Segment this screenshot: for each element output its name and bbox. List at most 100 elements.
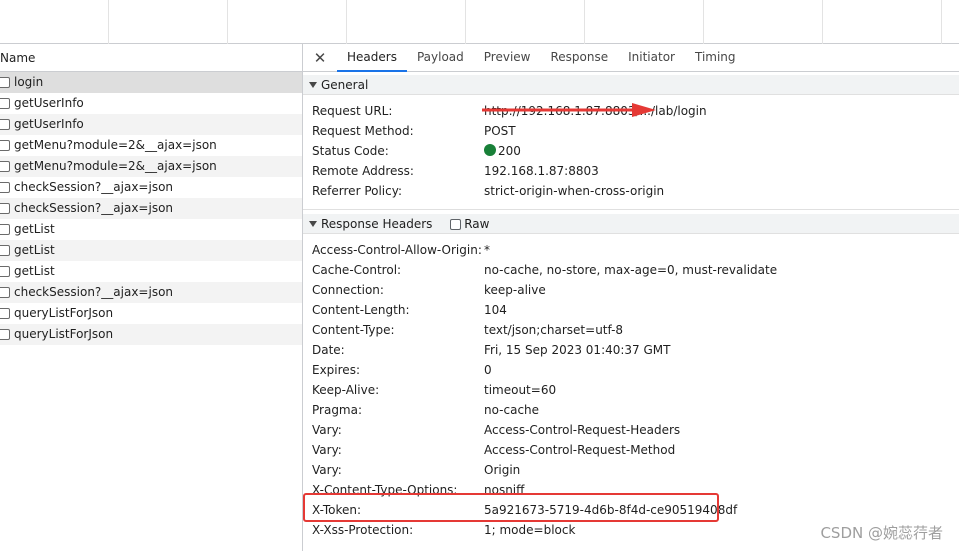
request-row[interactable]: queryListForJson (0, 303, 302, 324)
tab-timing[interactable]: Timing (685, 44, 746, 71)
tab-initiator[interactable]: Initiator (618, 44, 685, 71)
header-value: * (484, 243, 490, 257)
timeline-gridline (584, 0, 585, 44)
referrer-policy-row: Referrer Policy: strict-origin-when-cros… (303, 181, 959, 201)
timeline-gridline (822, 0, 823, 44)
close-icon[interactable]: ✕ (303, 44, 337, 72)
request-type-icon (0, 329, 10, 340)
header-value: Access-Control-Request-Headers (484, 423, 681, 437)
token-highlight-box (303, 493, 719, 522)
timeline-gridline (465, 0, 466, 44)
response-header-row: Content-Length: 104 (303, 300, 959, 320)
request-row[interactable]: getUserInfo (0, 93, 302, 114)
response-header-row: Cache-Control: no-cache, no-store, max-ag… (303, 260, 959, 280)
header-key: Expires: (312, 363, 360, 377)
request-type-icon (0, 245, 10, 256)
request-row[interactable]: checkSession?__ajax=json (0, 198, 302, 219)
request-type-icon (0, 182, 10, 193)
request-name: getList (14, 264, 55, 278)
header-key: Cache-Control: (312, 263, 402, 277)
collapse-triangle-icon (309, 82, 317, 88)
tab-response[interactable]: Response (540, 44, 618, 71)
status-code-value: 200 (498, 144, 521, 158)
request-name: getUserInfo (14, 96, 84, 110)
request-name: getMenu?module=2&__ajax=json (14, 138, 217, 152)
request-name: getUserInfo (14, 117, 84, 131)
request-row[interactable]: queryListForJson (0, 324, 302, 345)
request-name: getList (14, 243, 55, 257)
response-header-row: Vary: Access-Control-Request-Headers (303, 420, 959, 440)
header-value: timeout=60 (484, 383, 557, 397)
request-type-icon (0, 266, 10, 277)
header-value: text/json;charset=utf-8 (484, 323, 624, 337)
request-type-icon (0, 203, 10, 214)
raw-label: Raw (464, 217, 490, 231)
request-row[interactable]: getMenu?module=2&__ajax=json (0, 156, 302, 177)
timeline-gridline (941, 0, 942, 44)
header-key: Keep-Alive: (312, 383, 380, 397)
header-key: Access-Control-Allow-Origin: (312, 243, 482, 257)
header-value: Origin (484, 463, 521, 477)
request-row[interactable]: login (0, 72, 302, 93)
request-row[interactable]: checkSession?__ajax=json (0, 282, 302, 303)
header-value: Access-Control-Request-Method (484, 443, 676, 457)
request-name: queryListForJson (14, 306, 114, 320)
response-header-row: Vary: Access-Control-Request-Method (303, 440, 959, 460)
request-row[interactable]: getList (0, 261, 302, 282)
request-name: login (14, 75, 44, 89)
section-title: General (321, 78, 369, 92)
request-row[interactable]: getMenu?module=2&__ajax=json (0, 135, 302, 156)
header-value: strict-origin-when-cross-origin (484, 184, 665, 198)
request-row[interactable]: checkSession?__ajax=json (0, 177, 302, 198)
header-key: Request URL: (312, 104, 393, 118)
request-row[interactable]: getList (0, 219, 302, 240)
request-name: checkSession?__ajax=json (14, 201, 174, 215)
timeline-overview[interactable] (0, 0, 959, 44)
request-row[interactable]: getUserInfo (0, 114, 302, 135)
tab-payload[interactable]: Payload (407, 44, 474, 71)
request-name: checkSession?__ajax=json (14, 285, 174, 299)
header-key: Content-Type: (312, 323, 395, 337)
header-key: Status Code: (312, 144, 389, 158)
header-key: Connection: (312, 283, 384, 297)
response-header-row: Vary: Origin (303, 460, 959, 480)
timeline-gridline (108, 0, 109, 44)
header-value: 0 (484, 363, 492, 377)
response-header-row: Access-Control-Allow-Origin: * (303, 240, 959, 260)
header-key: Vary: (312, 463, 342, 477)
name-column-header[interactable]: Name (0, 44, 302, 72)
response-header-row: Keep-Alive: timeout=60 (303, 380, 959, 400)
request-name: getMenu?module=2&__ajax=json (14, 159, 217, 173)
request-type-icon (0, 308, 10, 319)
raw-checkbox[interactable] (450, 219, 462, 230)
header-key: Remote Address: (312, 164, 414, 178)
tab-headers[interactable]: Headers (337, 44, 407, 72)
timeline-gridline (346, 0, 347, 44)
header-key: Referrer Policy: (312, 184, 402, 198)
response-header-row: Expires: 0 (303, 360, 959, 380)
response-header-row: Content-Type: text/json;charset=utf-8 (303, 320, 959, 340)
header-key: Content-Length: (312, 303, 410, 317)
header-value: 200 (484, 141, 521, 161)
request-row[interactable]: getList (0, 240, 302, 261)
request-name: queryListForJson (14, 327, 114, 341)
request-name: getList (14, 222, 55, 236)
response-headers-section-header[interactable]: Response Headers Raw (303, 214, 959, 234)
general-section-header[interactable]: General (303, 75, 959, 95)
request-list: Name login getUserInfo getUserInfo getMenu?… (0, 44, 302, 551)
request-type-icon (0, 161, 10, 172)
status-code-row: Status Code: 200 (303, 141, 959, 161)
header-key: Pragma: (312, 403, 363, 417)
request-name: checkSession?__ajax=json (14, 180, 174, 194)
request-type-icon (0, 140, 10, 151)
watermark: CSDN @婉蕊荇者 (820, 524, 943, 542)
red-arrow-annotation (482, 103, 656, 117)
timeline-gridline (703, 0, 704, 44)
header-key: Request Method: (312, 124, 414, 138)
request-method-row: Request Method: POST (303, 121, 959, 141)
header-value: Fri, 15 Sep 2023 01:40:37 GMT (484, 343, 671, 357)
request-type-icon (0, 224, 10, 235)
tab-preview[interactable]: Preview (474, 44, 541, 71)
header-key: Date: (312, 343, 345, 357)
request-type-icon (0, 119, 10, 130)
